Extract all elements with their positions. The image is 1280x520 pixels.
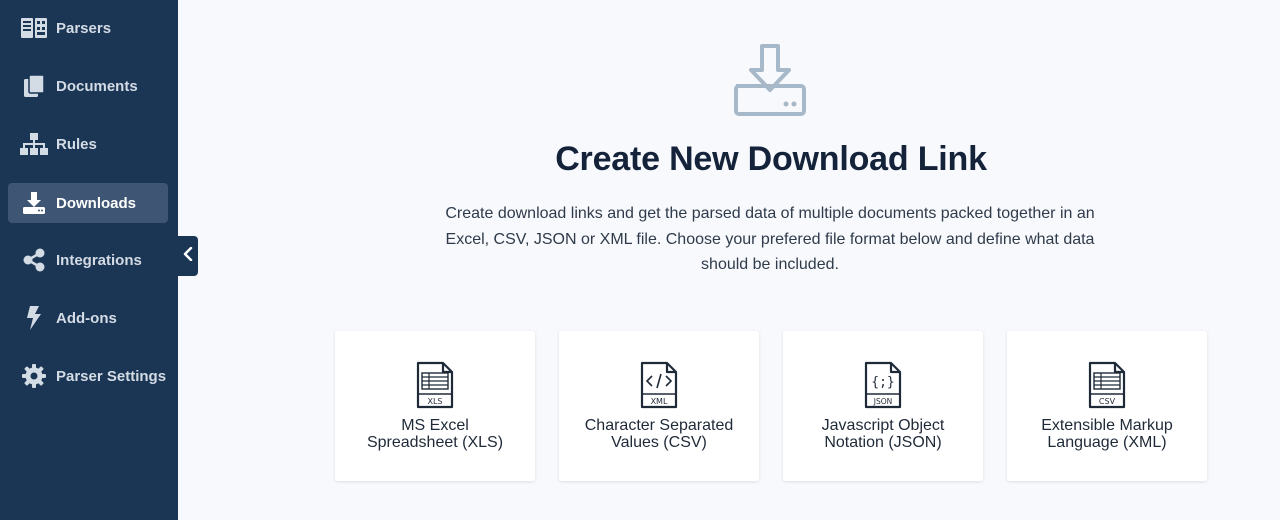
- sidebar-item-label: Rules: [56, 135, 97, 153]
- code-file-icon: XML: [640, 361, 678, 409]
- sidebar-item-parsers[interactable]: Parsers: [8, 8, 168, 48]
- sidebar-item-add-ons[interactable]: Add-ons: [8, 298, 168, 338]
- svg-text:XLS: XLS: [427, 397, 442, 406]
- rules-icon: [20, 131, 48, 157]
- sidebar-item-label: Add-ons: [56, 309, 117, 327]
- main-content: Create New Download Link Create download…: [178, 0, 1280, 520]
- sidebar-item-label: Parser Settings: [56, 367, 167, 385]
- format-card-label: Javascript Object Notation (JSON): [821, 417, 945, 451]
- page-description: Create download links and get the parsed…: [445, 205, 1095, 273]
- format-card-xml[interactable]: CSV Extensible Markup Language (XML): [1007, 331, 1207, 481]
- format-card-label: MS Excel Spreadsheet (XLS): [366, 417, 504, 451]
- sidebar-item-parser-settings[interactable]: Parser Settings: [8, 356, 168, 396]
- sidebar: Parsers Documents Rules Downloads Integr…: [0, 0, 178, 520]
- svg-text:XML: XML: [651, 397, 668, 406]
- parsers-icon: [20, 15, 48, 41]
- sidebar-item-label: Parsers: [56, 19, 112, 37]
- gear-icon: [20, 363, 48, 389]
- sidebar-item-rules[interactable]: Rules: [8, 124, 168, 164]
- sidebar-item-label: Integrations: [56, 251, 142, 269]
- xls-file-icon: XLS: [416, 361, 454, 409]
- share-icon: [20, 247, 48, 273]
- format-card-label: Extensible Markup Language (XML): [1041, 417, 1173, 451]
- sidebar-item-label: Downloads: [56, 194, 137, 212]
- lightning-icon: [20, 305, 48, 331]
- sidebar-item-integrations[interactable]: Integrations: [8, 240, 168, 280]
- svg-text:CSV: CSV: [1099, 397, 1116, 406]
- format-card-xls[interactable]: XLS MS Excel Spreadsheet (XLS): [335, 331, 535, 481]
- sidebar-item-label: Documents: [56, 77, 138, 95]
- svg-text:JSON: JSON: [873, 397, 893, 406]
- format-card-json[interactable]: {;} JSON Javascript Object Notation (JSO…: [783, 331, 983, 481]
- page-title: Create New Download Link: [555, 140, 987, 178]
- sidebar-item-downloads[interactable]: Downloads: [8, 183, 168, 223]
- format-card-csv[interactable]: XML Character Separated Values (CSV): [559, 331, 759, 481]
- json-file-icon: {;} JSON: [864, 361, 902, 409]
- svg-text:{;}: {;}: [871, 375, 894, 390]
- downloads-icon: [20, 190, 48, 216]
- documents-icon: [20, 73, 48, 99]
- download-inbox-icon: [734, 44, 806, 118]
- csv-file-icon: CSV: [1088, 361, 1126, 409]
- sidebar-item-documents[interactable]: Documents: [8, 66, 168, 106]
- format-card-label: Character Separated Values (CSV): [584, 417, 734, 451]
